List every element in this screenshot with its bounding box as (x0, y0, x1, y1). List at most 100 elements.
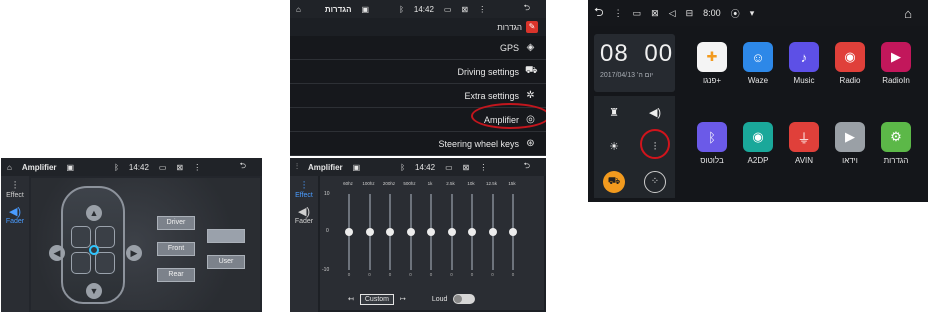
preset-prev-icon[interactable]: ↤ (348, 295, 354, 303)
preset-next-icon[interactable]: ↦ (400, 295, 406, 303)
tab-fader[interactable]: ◀) Fader (290, 206, 318, 225)
app-bluetooth[interactable]: ᛒ בלוטוס (690, 122, 734, 165)
tab-effect[interactable]: ⫶ Effect (290, 180, 318, 199)
app-video[interactable]: ▶ וידאו (828, 122, 872, 165)
steering-wheel-icon: ⊛ (526, 138, 535, 149)
volume-icon[interactable]: ◁ (669, 8, 676, 19)
fader-up-button[interactable]: ▲ (86, 205, 102, 221)
eq-band-freq-label: 12.5k (485, 181, 497, 186)
equalizer-icon[interactable]: ⫶ (296, 162, 298, 172)
settings-item-driving[interactable]: Driving settings ⛟ (290, 60, 546, 84)
app-radio[interactable]: ◉ Radio (828, 42, 872, 85)
app-pango[interactable]: ✚ פנגו+ (690, 42, 734, 85)
front-button[interactable]: Front (157, 242, 195, 256)
settings-header: הגדרות ✎ (290, 18, 546, 36)
eq-band-knob[interactable] (447, 228, 456, 236)
seat-front-right (95, 226, 115, 248)
location-icon: ⦿ (730, 8, 740, 19)
settings-item-steering[interactable]: Steering wheel keys ⊛ (290, 132, 546, 156)
app-label: AVIN (794, 156, 814, 165)
bluetooth-icon: ᛒ (400, 162, 406, 172)
app-label: פנגו+ (702, 76, 722, 85)
equalizer-icon: ⫶ (13, 180, 17, 192)
home-icon[interactable]: ⌂ (296, 5, 301, 14)
car-icon: ⛟ (525, 65, 538, 76)
clock-widget[interactable]: 08 00 2017/04/13 'יום ה (594, 34, 675, 92)
rear-button[interactable]: Rear (157, 268, 195, 282)
brightness-icon[interactable]: ☀ (594, 130, 634, 164)
more-icon[interactable]: ⋮ (479, 163, 487, 172)
driver-button[interactable]: Driver (157, 216, 195, 230)
app-a2dp[interactable]: ◉ A2DP (736, 122, 780, 165)
settings-item-label: GPS (499, 42, 519, 53)
back-icon[interactable]: ⮌ (524, 2, 530, 16)
balance-left-button[interactable]: ◀ (49, 245, 65, 261)
eq-band-knob[interactable] (488, 228, 497, 236)
eq-band-knob[interactable] (427, 228, 435, 236)
app-avin[interactable]: ⏚ AVIN (782, 122, 826, 165)
status-bar: ⌂ הגדרות ▣ ᛒ 14:42 ▭ ⊠ ⋮ ⮌ (290, 0, 546, 18)
more-icon[interactable]: ⋮ (478, 5, 486, 14)
app-radioin[interactable]: ▶ RadioIn (874, 42, 918, 85)
app-settings[interactable]: ⚙ הגדרות (874, 122, 918, 165)
image-icon[interactable]: ⊠ (461, 5, 468, 14)
car-mode-icon[interactable]: ⛟ (594, 164, 634, 198)
scale-bottom: -10 (322, 267, 330, 273)
balance-right-button[interactable]: ▶ (126, 245, 142, 261)
loud-toggle[interactable] (453, 294, 476, 304)
user-button[interactable]: User (207, 255, 245, 269)
window-icon[interactable]: ▭ (159, 163, 167, 172)
status-bar: ⮌ ⋮ ▭ ⊠ ◁ ⊟ 8:00 ⦿ ▾ ⌂ (588, 0, 928, 26)
back-icon[interactable]: ⮌ (594, 3, 604, 24)
eq-band-knob[interactable] (386, 228, 394, 236)
clock-hours: 08 (600, 40, 629, 67)
app-waze[interactable]: ☺ Waze (736, 42, 780, 85)
eq-band-knob[interactable] (345, 228, 353, 236)
side-tabs: ⫶ Effect ◀) Fader (290, 176, 318, 312)
eq-band-knob[interactable] (406, 228, 415, 236)
settings-item-gps[interactable]: GPS ◈ (290, 36, 546, 60)
screenshot-icon[interactable]: ⊟ (686, 8, 694, 19)
window-icon[interactable]: ▭ (445, 163, 453, 172)
all-button[interactable] (207, 229, 245, 243)
radioin-icon: ▶ (881, 42, 911, 72)
pango-icon: ✚ (697, 42, 727, 72)
screenshot-icon: ▣ (352, 162, 361, 172)
window-icon[interactable]: ▭ (444, 5, 452, 14)
volume-icon[interactable]: ◀) (635, 96, 675, 130)
fader-down-button[interactable]: ▼ (86, 283, 102, 299)
more-icon[interactable]: ⋮ (193, 163, 201, 172)
tab-effect[interactable]: ⫶ Effect (1, 180, 29, 199)
status-time: 8:00 (703, 8, 721, 18)
app-music[interactable]: ♪ Music (782, 42, 826, 85)
status-bar: ⌂ Amplifier ▣ ᛒ 14:42 ▭ ⊠ ⋮ ⮌ (1, 158, 262, 176)
preset-selector[interactable]: Custom (359, 293, 394, 305)
balance-point[interactable] (89, 245, 99, 255)
apps-grid-icon[interactable]: ⁘ (635, 164, 675, 198)
home-icon[interactable]: ⌂ (7, 163, 12, 172)
home-icon[interactable]: ⌂ (904, 6, 912, 21)
more-icon[interactable]: ⋮ (614, 8, 623, 19)
image-icon[interactable]: ⊠ (651, 8, 659, 19)
eq-band-knob[interactable] (468, 228, 476, 236)
eq-band-freq-label: 60hz (343, 181, 353, 186)
eq-band-freq-label: 2.5k (446, 181, 455, 186)
eq-band-value: 0 (491, 272, 494, 277)
back-icon[interactable]: ⮌ (240, 160, 246, 174)
seat-front-left (71, 226, 91, 248)
gps-icon: ◈ (526, 42, 535, 53)
window-icon[interactable]: ▭ (633, 8, 642, 19)
image-icon[interactable]: ⊠ (463, 163, 470, 172)
status-time: 14:42 (413, 4, 434, 14)
app-label: Music (793, 76, 815, 85)
back-icon[interactable]: ⮌ (524, 160, 530, 174)
rocket-icon[interactable]: ♜ (594, 96, 634, 130)
eq-band-knob[interactable] (509, 228, 517, 236)
eq-band-knob[interactable] (365, 228, 374, 236)
eq-band-value: 0 (388, 272, 392, 277)
side-tabs: ⫶ Effect ◀) Fader (1, 176, 29, 312)
wrench-icon: ✎ (526, 21, 538, 33)
tab-fader[interactable]: ◀) Fader (1, 206, 29, 225)
image-icon[interactable]: ⊠ (176, 163, 183, 172)
app-label: הגדרות (883, 156, 909, 165)
